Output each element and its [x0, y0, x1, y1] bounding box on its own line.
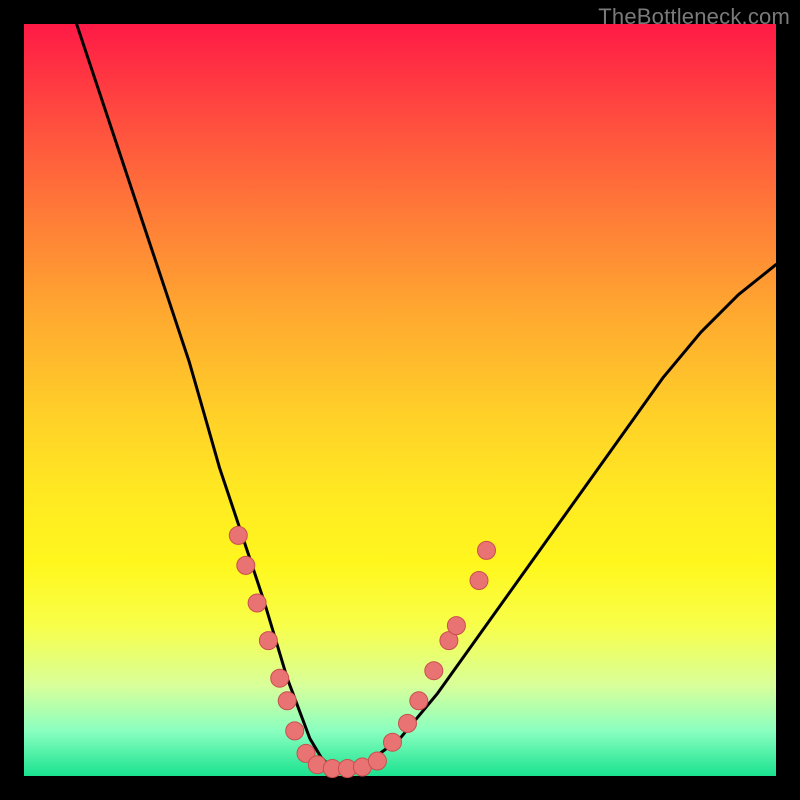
- data-marker: [237, 556, 255, 574]
- data-marker: [368, 752, 386, 770]
- data-marker: [259, 632, 277, 650]
- data-marker: [410, 692, 428, 710]
- data-marker: [286, 722, 304, 740]
- marker-group: [229, 526, 495, 777]
- data-marker: [425, 662, 443, 680]
- data-marker: [478, 541, 496, 559]
- watermark-text: TheBottleneck.com: [598, 4, 790, 30]
- data-marker: [470, 572, 488, 590]
- data-marker: [447, 617, 465, 635]
- data-marker: [278, 692, 296, 710]
- data-marker: [384, 733, 402, 751]
- plot-area: [24, 24, 776, 776]
- data-marker: [229, 526, 247, 544]
- bottleneck-curve: [77, 24, 776, 769]
- data-marker: [248, 594, 266, 612]
- data-marker: [399, 714, 417, 732]
- chart-frame: TheBottleneck.com: [0, 0, 800, 800]
- data-marker: [271, 669, 289, 687]
- chart-svg: [24, 24, 776, 776]
